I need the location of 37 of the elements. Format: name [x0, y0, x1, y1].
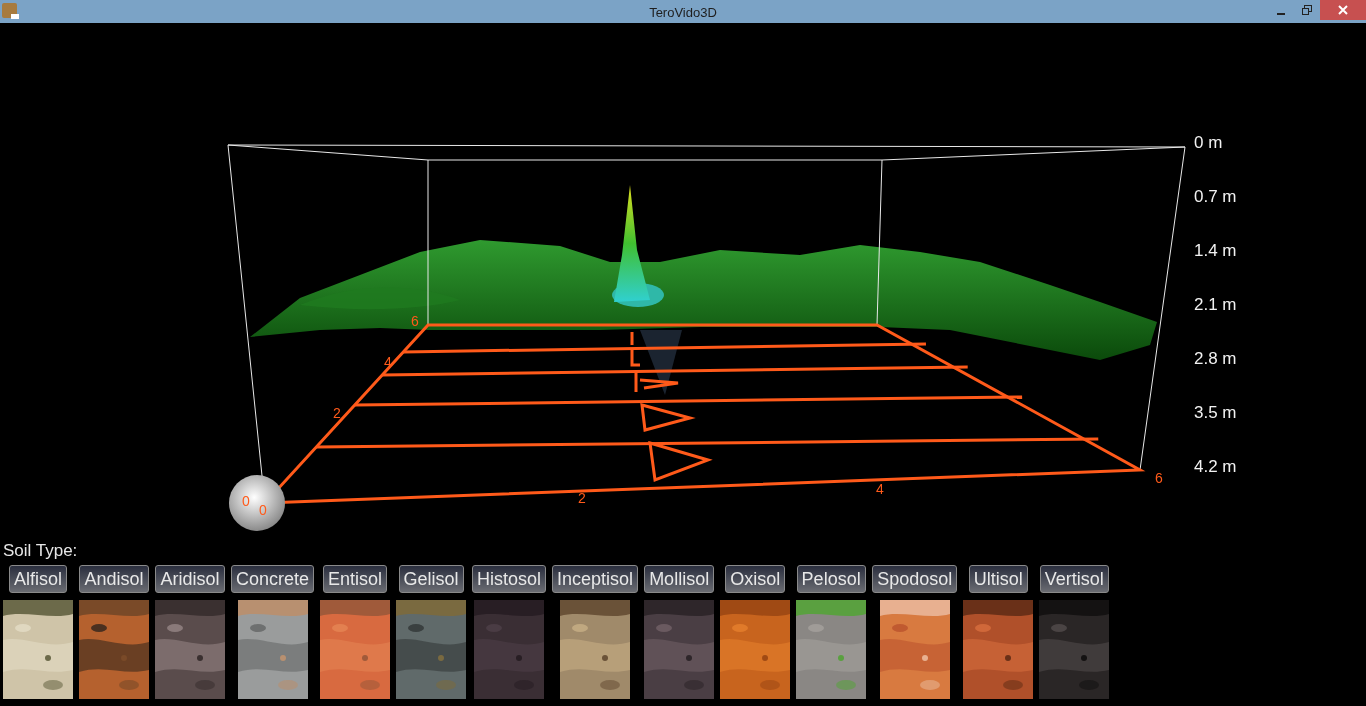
origin-sphere — [229, 475, 285, 531]
window-title: TeroVido3D — [649, 5, 717, 20]
axis-label: 6 — [1155, 470, 1163, 486]
axis-label: 2 — [333, 405, 341, 421]
depth-label: 0.7 m — [1194, 187, 1237, 206]
soil-type-button[interactable]: Spodosol — [872, 565, 958, 593]
soil-type-button[interactable]: Ultisol — [968, 565, 1028, 593]
axis-label: 4 — [876, 481, 884, 497]
soil-type-button[interactable]: Pelosol — [796, 565, 866, 593]
depth-label: 3.5 m — [1194, 403, 1237, 422]
soil-type-button[interactable]: Oxisol — [725, 565, 786, 593]
soil-type-button[interactable]: Mollisol — [644, 565, 715, 593]
restore-icon — [1302, 5, 1312, 15]
depth-label: 1.4 m — [1194, 241, 1237, 260]
depth-label: 0 m — [1194, 133, 1223, 152]
axis-label: 6 — [411, 313, 419, 329]
axis-label: 2 — [578, 490, 586, 506]
app-icon — [2, 3, 19, 20]
minimize-icon — [1277, 13, 1285, 15]
depth-label: 4.2 m — [1194, 457, 1237, 476]
soil-type-button[interactable]: Histosol — [472, 565, 547, 593]
depth-label: 2.8 m — [1194, 349, 1237, 368]
axis-label: 4 — [384, 354, 392, 370]
axis-label: 0 — [259, 502, 267, 518]
soil-type-button[interactable]: Inceptisol — [552, 565, 639, 593]
soil-type-label: Soil Type: — [3, 541, 79, 561]
soil-type-button[interactable]: Alfisol — [9, 565, 67, 593]
soil-type-button[interactable]: Andisol — [79, 565, 149, 593]
close-icon — [1337, 4, 1349, 16]
depth-label: 2.1 m — [1194, 295, 1237, 314]
soil-type-button[interactable]: Concrete — [231, 565, 315, 593]
soil-type-button[interactable]: Aridisol — [155, 565, 225, 593]
soil-type-button[interactable]: Entisol — [323, 565, 388, 593]
soil-type-button[interactable]: Gelisol — [398, 565, 464, 593]
soil-type-button[interactable]: Vertisol — [1039, 565, 1109, 593]
close-button[interactable] — [1320, 0, 1366, 20]
axis-label: 0 — [242, 493, 250, 509]
